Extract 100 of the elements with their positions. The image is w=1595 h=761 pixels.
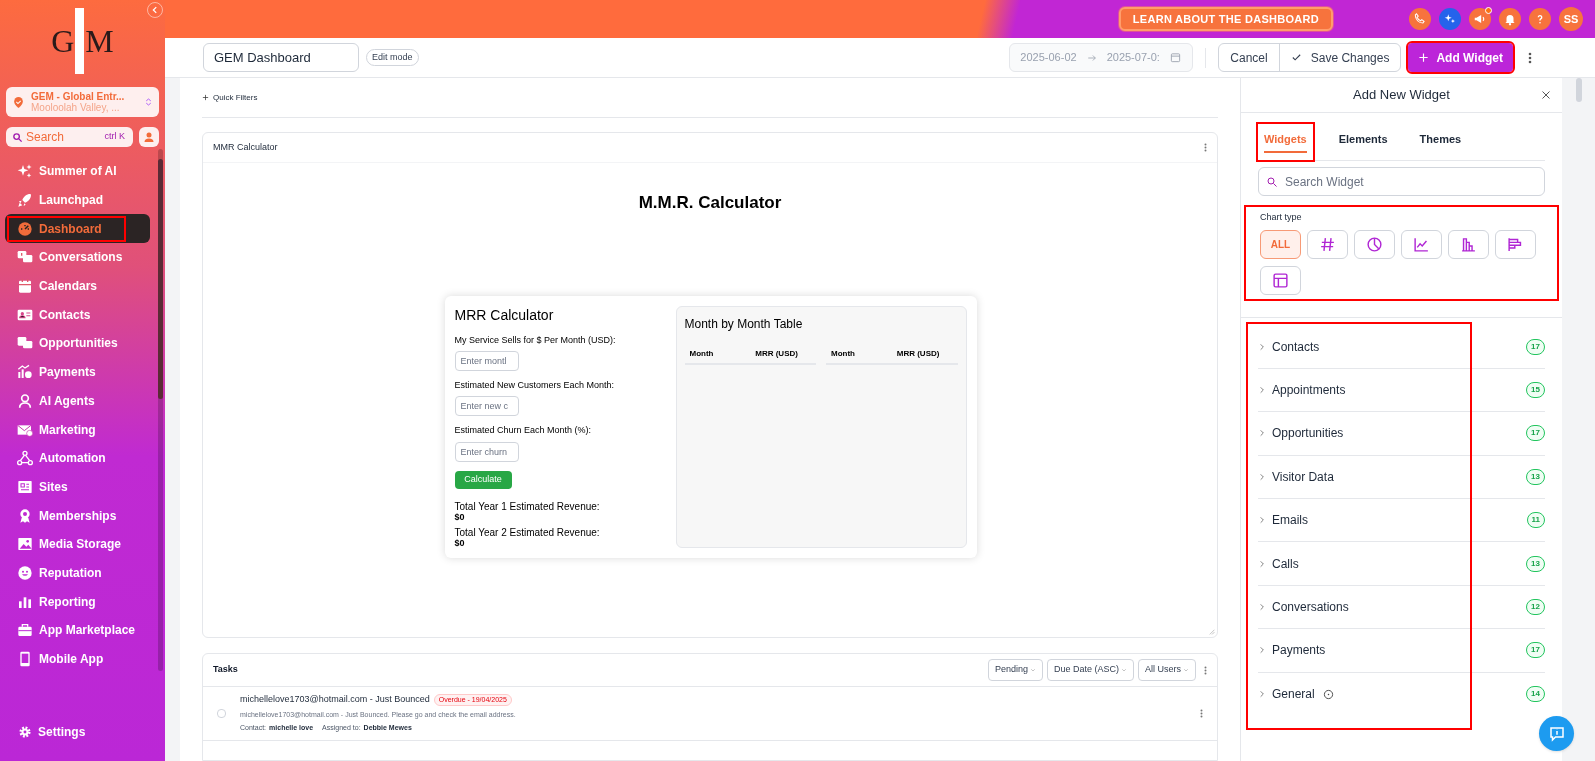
phone-icon <box>17 651 33 668</box>
close-button[interactable] <box>1540 89 1552 101</box>
nav-item[interactable]: Reputation <box>5 558 150 588</box>
settings-item[interactable]: Settings <box>18 717 165 747</box>
filter-dropdown[interactable]: Pending <box>987 659 1043 681</box>
learn-button[interactable]: LEARN ABOUT THE DASHBOARD <box>1118 7 1333 31</box>
toolbar-button[interactable] <box>1409 8 1431 30</box>
nav-item[interactable]: Contacts <box>5 300 150 330</box>
quick-filters-button[interactable]: Quick Filters <box>202 91 258 104</box>
category-row[interactable]: Emails 11 <box>1258 499 1545 543</box>
toolbar-button[interactable] <box>1469 8 1491 30</box>
kebab-icon[interactable] <box>1200 708 1203 718</box>
plus-icon <box>202 94 209 101</box>
location-address: Mooloolah Valley, ... <box>31 102 121 113</box>
logo-stripe <box>75 8 85 74</box>
nav-item[interactable]: Dashboard <box>5 214 150 244</box>
chart-type-button[interactable] <box>1260 265 1301 295</box>
resize-handle-icon[interactable] <box>1208 628 1215 635</box>
profile-button[interactable] <box>139 127 159 147</box>
tab[interactable]: Themes <box>1413 124 1468 160</box>
dashboard-name-field[interactable]: GEM Dashboard <box>203 43 359 72</box>
nav-item[interactable]: Payments <box>5 357 150 387</box>
chevron-down-icon <box>1029 667 1036 673</box>
chart-type-button[interactable] <box>1495 229 1536 259</box>
count-badge: 12 <box>1526 599 1545 616</box>
nav-item[interactable]: Reporting <box>5 587 150 616</box>
category-row[interactable]: General 14 <box>1258 672 1545 716</box>
nav-item[interactable]: Launchpad <box>5 185 150 215</box>
category-row[interactable]: Calls 13 <box>1258 542 1545 586</box>
nav-item[interactable]: Summer of AI <box>5 157 150 186</box>
chart-type-button[interactable] <box>1448 229 1489 259</box>
toolbar-button[interactable] <box>1499 8 1521 30</box>
toolbar-button[interactable] <box>1529 8 1551 30</box>
chart-type-button[interactable] <box>1307 229 1348 259</box>
tab[interactable]: Elements <box>1332 124 1394 160</box>
count-badge: 13 <box>1526 468 1545 485</box>
nav-item[interactable]: Memberships <box>5 501 150 530</box>
chart-type-label: Chart type <box>1260 211 1303 224</box>
nav-item[interactable]: Conversations <box>5 243 150 272</box>
rocket-icon <box>17 192 33 209</box>
scrollbar-thumb[interactable] <box>158 159 163 399</box>
chevron-right-icon <box>1258 559 1266 568</box>
category-row[interactable]: Payments 17 <box>1258 629 1545 673</box>
column-header: MRR (USD) <box>754 347 799 360</box>
user-icon <box>143 131 155 143</box>
date-range-field: 2025-06-02 2025-07-0: <box>1009 43 1194 72</box>
chevron-right-icon <box>1258 690 1266 699</box>
user-avatar[interactable]: SS <box>1559 7 1583 31</box>
input-field[interactable]: Enter montl <box>454 351 519 371</box>
nav-item[interactable]: Calendars <box>5 271 150 301</box>
scrollbar[interactable] <box>1575 78 1582 102</box>
calculate-button[interactable]: Calculate <box>454 470 512 489</box>
filter-dropdown[interactable]: Due Date (ASC) <box>1046 659 1134 681</box>
logo-letter: M <box>85 22 114 61</box>
chevron-right-icon <box>1258 342 1266 351</box>
cancel-button[interactable]: Cancel <box>1219 44 1280 71</box>
person-icon <box>17 392 33 409</box>
nav-item[interactable]: Opportunities <box>5 329 150 358</box>
chevron-right-icon <box>1258 646 1266 655</box>
category-row[interactable]: Appointments 15 <box>1258 368 1545 413</box>
chevron-down-icon <box>1121 667 1127 673</box>
widget-search-field[interactable]: Search Widget <box>1258 167 1545 196</box>
nav-item[interactable]: Media Storage <box>5 529 150 559</box>
category-row[interactable]: Opportunities 17 <box>1258 412 1545 456</box>
nav-item[interactable]: Sites <box>5 472 150 502</box>
toolbar-button[interactable] <box>1439 8 1461 30</box>
count-badge: 13 <box>1526 555 1545 572</box>
category-row[interactable]: Conversations 12 <box>1258 585 1545 630</box>
tasks-title: Tasks <box>213 663 238 677</box>
input-field[interactable]: Enter churn <box>454 441 519 462</box>
nav-item[interactable]: AI Agents <box>5 386 150 416</box>
up-down-icon <box>144 95 153 109</box>
panel-title: Add New Widget <box>1353 86 1450 105</box>
save-changes-button[interactable]: Save Changes <box>1279 44 1401 71</box>
kebab-icon <box>1528 51 1532 64</box>
filter-dropdown[interactable]: All Users <box>1138 659 1196 681</box>
chevron-right-icon <box>1258 472 1266 481</box>
kebab-icon[interactable] <box>1204 143 1207 152</box>
chevron-right-icon <box>1258 429 1266 438</box>
location-selector[interactable]: GEM - Global Entr... Mooloolah Valley, ... <box>6 87 159 117</box>
tab[interactable]: Widgets <box>1258 124 1313 160</box>
nav-item[interactable]: Marketing <box>5 415 150 444</box>
checkbox[interactable] <box>217 708 226 718</box>
category-row[interactable]: Contacts 17 <box>1258 325 1545 369</box>
nav-item[interactable]: Automation <box>5 443 150 473</box>
chart-coin-icon <box>17 364 33 381</box>
chart-type-button[interactable]: ALL <box>1260 229 1301 259</box>
chart-type-button[interactable] <box>1401 229 1442 259</box>
nav-item[interactable]: Mobile App <box>5 644 150 674</box>
input-field[interactable]: Enter new c <box>454 396 519 417</box>
add-widget-button[interactable]: Add Widget <box>1408 43 1513 72</box>
chart-type-button[interactable] <box>1354 229 1395 259</box>
hash-icon <box>1319 235 1336 253</box>
megaphone-icon <box>1473 12 1487 26</box>
category-row[interactable]: Visitor Data 13 <box>1258 455 1545 500</box>
total-value: $0 <box>454 511 466 522</box>
count-badge: 17 <box>1526 642 1545 659</box>
gauge-icon <box>17 220 33 237</box>
nav-item[interactable]: App Marketplace <box>5 616 150 645</box>
chevron-left-icon <box>150 5 160 15</box>
